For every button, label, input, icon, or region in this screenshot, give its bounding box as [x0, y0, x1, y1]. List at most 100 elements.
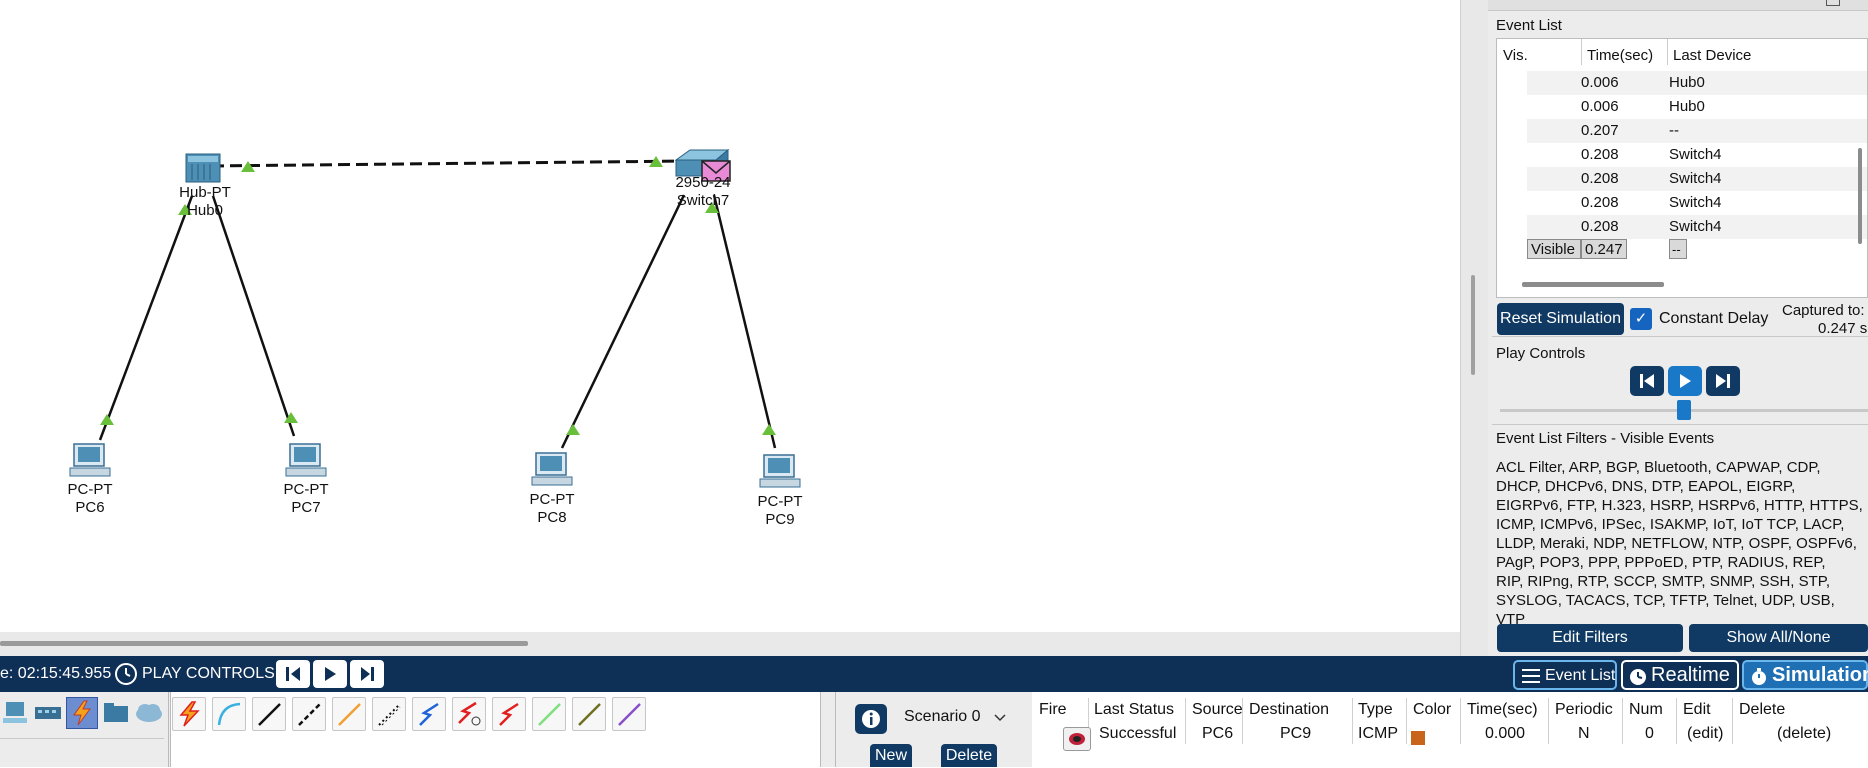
- table-row[interactable]: 0.208 Switch4: [1527, 143, 1867, 167]
- scenario-select[interactable]: Scenario 0: [900, 706, 1010, 730]
- link-hub0-pc7[interactable]: [211, 195, 296, 437]
- table-row-selected[interactable]: Visible 0.247 --: [1527, 239, 1867, 263]
- show-all-none-button[interactable]: Show All/None: [1689, 624, 1868, 652]
- console-cable-icon: [217, 702, 241, 726]
- hub-icon[interactable]: [185, 153, 221, 183]
- crossover-cable-tool[interactable]: [292, 697, 326, 731]
- lightning-icon: [73, 700, 91, 726]
- cell-time: 0.207: [1581, 122, 1619, 139]
- cell-type: ICMP: [1358, 725, 1398, 742]
- serial-dte-tool[interactable]: [492, 697, 526, 731]
- col-header-time[interactable]: Time(sec): [1587, 47, 1653, 64]
- octal-cable-tool[interactable]: [532, 697, 566, 731]
- restore-icon[interactable]: [1826, 0, 1840, 6]
- auto-connection-tool[interactable]: [172, 697, 206, 731]
- new-scenario-button[interactable]: New: [870, 744, 912, 767]
- folder-icon[interactable]: [102, 700, 130, 724]
- end-devices-icon[interactable]: [2, 700, 28, 726]
- scenario-info-button[interactable]: [855, 704, 887, 734]
- table-row[interactable]: 0.208 Switch4: [1527, 167, 1867, 191]
- device-name: PC9: [765, 511, 795, 528]
- table-row[interactable]: 0.208 Switch4: [1527, 191, 1867, 215]
- connections-category-button[interactable]: [66, 697, 98, 729]
- pc-icon[interactable]: [285, 443, 327, 477]
- col-separator: [1548, 698, 1549, 744]
- cell-source: PC6: [1202, 725, 1234, 742]
- pc-icon[interactable]: [531, 452, 573, 486]
- iot-custom-cable-tool[interactable]: [572, 697, 606, 731]
- serial-dte-icon: [499, 702, 519, 726]
- phone-cable-tool[interactable]: [372, 697, 406, 731]
- table-row[interactable]: 0.006 Hub0: [1527, 71, 1867, 95]
- device-model: PC-PT: [529, 491, 575, 508]
- col-separator: [1352, 698, 1353, 744]
- fire-pdu-button[interactable]: [1063, 727, 1091, 751]
- device-label-switch7: 2950-24 Switch7: [666, 174, 740, 210]
- network-devices-icon[interactable]: [34, 702, 62, 724]
- step-back-button[interactable]: [1630, 366, 1664, 396]
- bar-play-button[interactable]: [313, 660, 347, 688]
- visible-events-list: ACL Filter, ARP, BGP, Bluetooth, CAPWAP,…: [1496, 459, 1863, 628]
- cloud-icon[interactable]: [134, 700, 164, 724]
- divider: [1492, 424, 1868, 425]
- splitter-grip[interactable]: [1471, 275, 1475, 375]
- cell-periodic: N: [1578, 725, 1590, 742]
- link-switch7-pc8[interactable]: [560, 194, 686, 449]
- step-back-icon: [1640, 374, 1654, 388]
- edit-filters-button[interactable]: Edit Filters: [1497, 624, 1683, 652]
- link-hub0-switch7[interactable]: [211, 159, 691, 168]
- serial-dce-tool[interactable]: [452, 697, 486, 731]
- event-list-toggle-label: Event List: [1545, 667, 1616, 684]
- captured-to-label: Captured to:: [1782, 302, 1865, 319]
- edit-pdu-link[interactable]: (edit): [1687, 725, 1723, 743]
- event-list-table[interactable]: Vis. Time(sec) Last Device 0.006 Hub0 0.…: [1496, 38, 1868, 298]
- topology-canvas[interactable]: [0, 0, 1460, 632]
- link-switch7-pc9[interactable]: [712, 194, 777, 449]
- scenario-select-value: Scenario 0: [904, 708, 981, 725]
- delete-pdu-link[interactable]: (delete): [1777, 725, 1831, 743]
- table-row[interactable]: 0.208 Switch4: [1527, 215, 1867, 239]
- table-row[interactable]: 0.207 --: [1527, 119, 1867, 143]
- cell-device: --: [1669, 239, 1687, 259]
- logical-workspace[interactable]: Hub-PT Hub0 2950-24 Switch7 PC-PT PC6 PC…: [0, 0, 1460, 632]
- step-forward-button[interactable]: [1706, 366, 1740, 396]
- event-list-hscroll-thumb[interactable]: [1522, 282, 1664, 287]
- straight-through-cable-tool[interactable]: [252, 697, 286, 731]
- col-header-num: Num: [1629, 701, 1663, 718]
- realtime-mode-button[interactable]: Realtime: [1621, 660, 1739, 690]
- col-separator: [1460, 698, 1461, 744]
- play-icon: [325, 667, 336, 681]
- panel-splitter[interactable]: [820, 692, 836, 767]
- workspace-scroll-thumb[interactable]: [0, 641, 528, 646]
- link-hub0-pc6[interactable]: [98, 195, 194, 441]
- col-header-last-device[interactable]: Last Device: [1673, 47, 1751, 64]
- pc-icon[interactable]: [69, 443, 111, 477]
- console-cable-tool[interactable]: [212, 697, 246, 731]
- play-button[interactable]: [1668, 366, 1702, 396]
- play-speed-slider-thumb[interactable]: [1677, 400, 1691, 420]
- event-list-toggle[interactable]: Event List: [1513, 660, 1617, 690]
- bar-step-forward-button[interactable]: [350, 660, 384, 688]
- col-header-time: Time(sec): [1467, 701, 1538, 718]
- delete-scenario-button[interactable]: Delete: [941, 744, 997, 767]
- panel-header-strip: [1488, 0, 1868, 11]
- col-header-periodic: Periodic: [1555, 701, 1613, 718]
- col-header-vis[interactable]: Vis.: [1503, 47, 1528, 64]
- clock-reset-icon[interactable]: [113, 661, 139, 687]
- fiber-cable-tool[interactable]: [332, 697, 366, 731]
- play-controls-title: Play Controls: [1496, 345, 1586, 362]
- chevron-down-icon: [994, 714, 1006, 722]
- col-separator: [1676, 698, 1677, 744]
- event-list-vscroll-thumb[interactable]: [1858, 148, 1862, 244]
- usb-cable-tool[interactable]: [612, 697, 646, 731]
- reset-simulation-button[interactable]: Reset Simulation: [1497, 303, 1624, 335]
- pc-icon[interactable]: [759, 454, 801, 488]
- col-header-type: Type: [1358, 701, 1393, 718]
- constant-delay-checkbox[interactable]: ✓: [1630, 308, 1652, 330]
- simulation-mode-button[interactable]: Simulation: [1742, 660, 1868, 690]
- table-row[interactable]: 0.006 Hub0: [1527, 95, 1867, 119]
- col-separator: [1406, 698, 1407, 744]
- bar-step-back-button[interactable]: [276, 660, 310, 688]
- col-header-edit: Edit: [1683, 701, 1711, 718]
- coaxial-cable-tool[interactable]: [412, 697, 446, 731]
